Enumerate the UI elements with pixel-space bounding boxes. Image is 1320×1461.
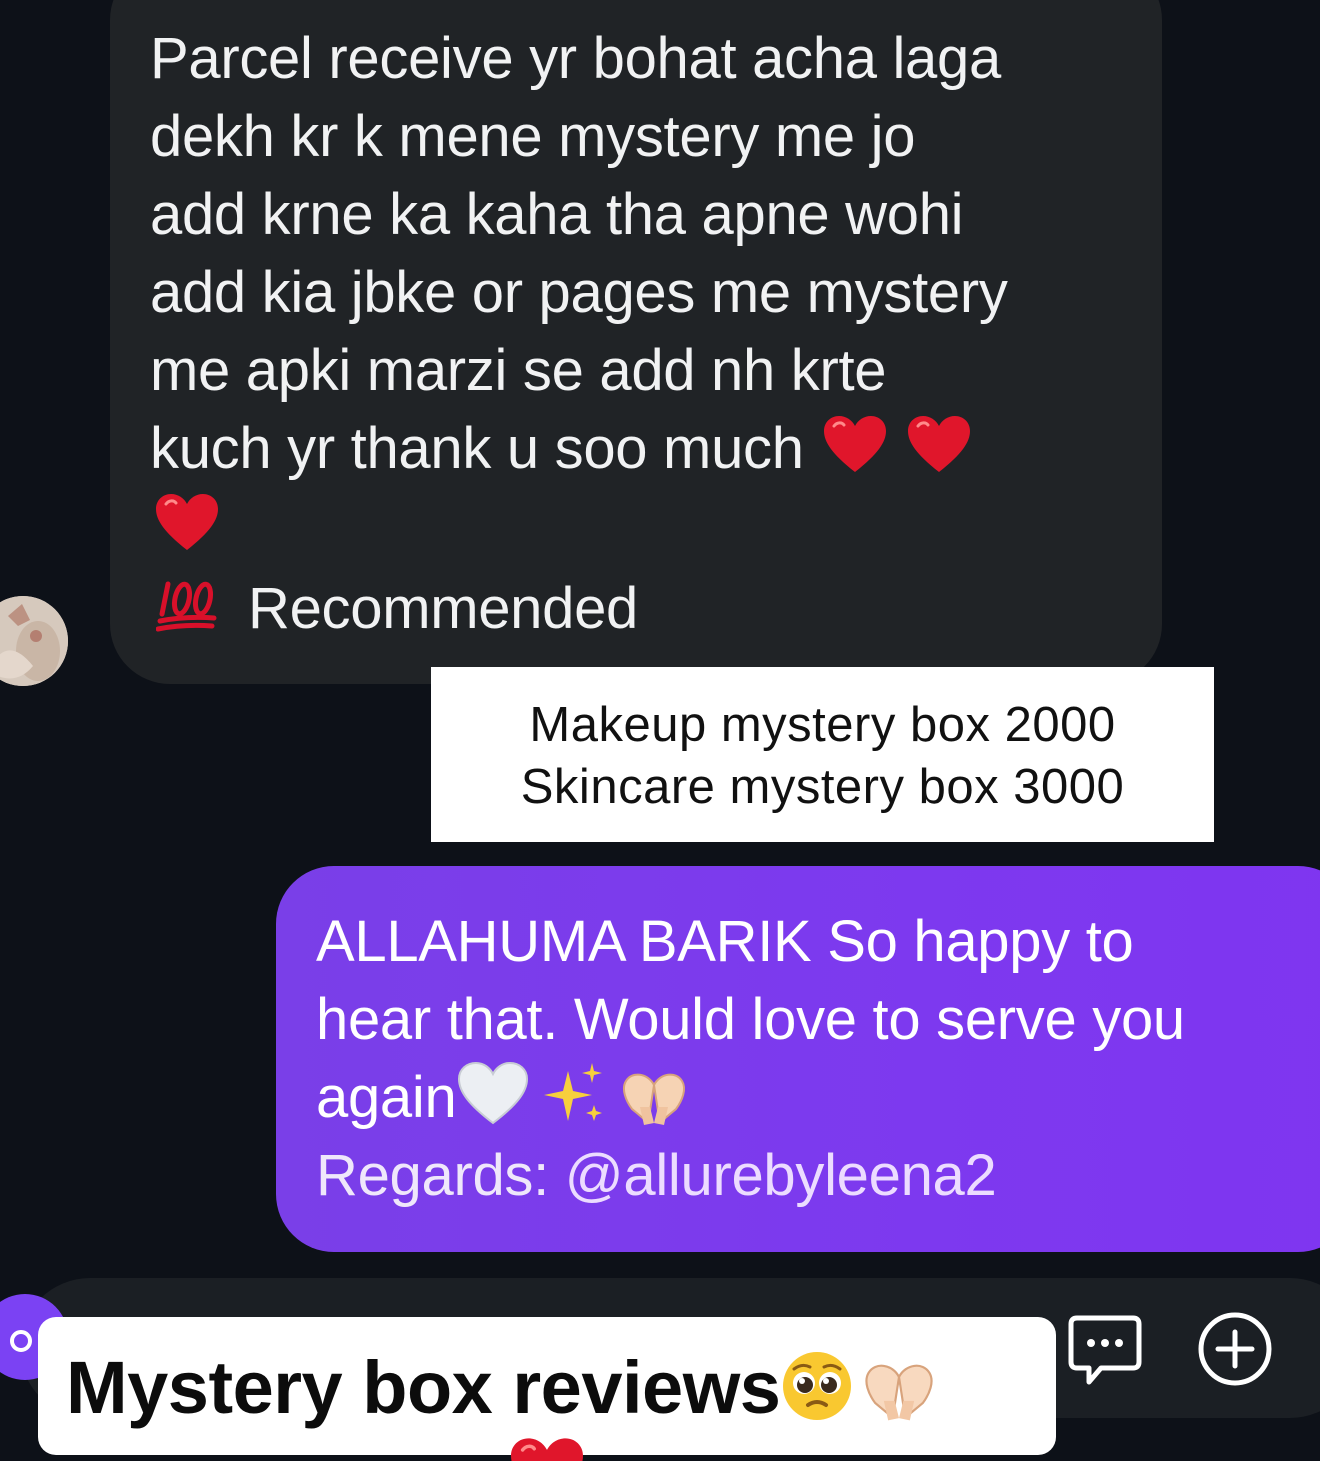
outgoing-message-text: ALLAHUMA BARIK So happy to hear that. Wo…	[316, 903, 1316, 1215]
chat-bubble-button[interactable]	[1067, 1310, 1143, 1390]
outgoing-message-line: again	[316, 1065, 457, 1130]
makeup-price-text: Makeup mystery box 2000	[529, 698, 1116, 752]
sparkles-icon	[540, 1061, 606, 1127]
regards-label: Regards:	[316, 1143, 549, 1208]
mention-link[interactable]: @allurebyleena2	[565, 1143, 997, 1208]
chat-bubble-icon	[1068, 1315, 1142, 1385]
plus-button[interactable]	[1196, 1310, 1274, 1388]
incoming-message-line: add krne ka kaha tha apne wohi	[150, 182, 964, 247]
heart-hands-icon	[618, 1067, 690, 1127]
avatar[interactable]	[0, 596, 68, 686]
title-text: Mystery box reviews	[66, 1346, 781, 1429]
red-heart-icon	[508, 1436, 586, 1461]
hundred-points-icon	[156, 576, 218, 632]
heart-hands-icon	[860, 1357, 938, 1423]
skincare-price-text: Skincare mystery box 3000	[520, 760, 1125, 814]
incoming-message-text: Parcel receive yr bohat acha laga dekh k…	[150, 20, 1150, 648]
red-heart-icon	[154, 492, 220, 554]
regards-line: Regards: @allurebyleena2	[316, 1137, 1316, 1215]
white-heart-icon	[456, 1061, 530, 1127]
recommended-line: Recommended	[150, 570, 1150, 648]
recommended-text: Recommended	[248, 576, 639, 641]
incoming-message-line: add kia jbke or pages me mystery	[150, 260, 1008, 325]
camera-icon	[10, 1330, 32, 1352]
title-line: Mystery box reviews	[66, 1345, 938, 1430]
outgoing-message-line: ALLAHUMA BARIK So happy to	[316, 909, 1134, 974]
incoming-message-line-with-hearts: kuch yr thank u soo much	[150, 410, 1150, 488]
red-heart-icon	[906, 414, 972, 476]
outgoing-message-line-with-emoji: again	[316, 1059, 1316, 1137]
title-card: Mystery box reviews	[38, 1317, 1056, 1455]
plus-icon	[1198, 1312, 1272, 1386]
price-card: Makeup mystery box 2000 Skincare mystery…	[431, 667, 1214, 842]
incoming-message-line: me apki marzi se add nh krte	[150, 338, 887, 403]
heart-row	[150, 488, 1150, 566]
incoming-message-line: dekh kr k mene mystery me jo	[150, 104, 916, 169]
chat-screen: Parcel receive yr bohat acha laga dekh k…	[0, 0, 1320, 1461]
incoming-message-line: Parcel receive yr bohat acha laga	[150, 26, 1001, 91]
incoming-message-line: kuch yr thank u soo much	[150, 416, 804, 481]
outgoing-message-line: hear that. Would love to serve you	[316, 987, 1185, 1052]
pleading-face-icon	[780, 1349, 854, 1423]
red-heart-icon	[822, 414, 888, 476]
